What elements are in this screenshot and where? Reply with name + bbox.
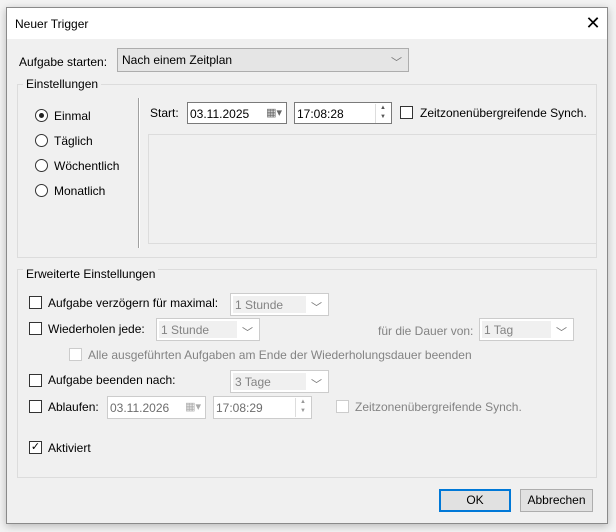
- start-time-value: 17:08:28: [297, 107, 344, 121]
- duration-dropdown[interactable]: 1 Tag ﹀: [479, 318, 574, 341]
- stop-all-label: Alle ausgeführten Aufgaben am Ende der W…: [88, 348, 472, 362]
- expire-date-picker[interactable]: 03.11.2026 ▦▾: [107, 396, 206, 419]
- start-task-dropdown[interactable]: Nach einem Zeitplan ﹀: [117, 48, 409, 72]
- expire-label: Ablaufen:: [48, 400, 99, 414]
- duration-label: für die Dauer von:: [378, 324, 474, 338]
- stop-after-label: Aufgabe beenden nach:: [48, 373, 176, 387]
- ok-button[interactable]: OK: [439, 489, 511, 512]
- expire-time-value: 17:08:29: [216, 401, 263, 415]
- start-task-value: Nach einem Zeitplan: [122, 53, 233, 67]
- chevron-down-icon: ﹀: [556, 327, 567, 339]
- stop-all-checkbox[interactable]: [69, 348, 82, 361]
- stop-after-value: 3 Tage: [235, 375, 271, 389]
- calendar-icon[interactable]: ▦▾: [185, 400, 201, 413]
- stop-after-checkbox[interactable]: [29, 374, 42, 387]
- close-icon[interactable]: ✕: [582, 12, 604, 34]
- repeat-checkbox[interactable]: [29, 322, 42, 335]
- start-sync-checkbox[interactable]: [400, 106, 413, 119]
- expire-date-value: 03.11.2026: [110, 401, 170, 415]
- expire-checkbox[interactable]: [29, 400, 42, 413]
- start-date-value: 03.11.2025: [190, 107, 250, 121]
- stop-after-dropdown[interactable]: 3 Tage ﹀: [230, 370, 329, 393]
- time-spinner-icon[interactable]: ▲ ▼: [295, 398, 310, 417]
- enabled-label: Aktiviert: [48, 441, 91, 455]
- radio-label: Einmal: [54, 109, 91, 123]
- chevron-down-icon: ﹀: [311, 302, 322, 314]
- time-spinner-icon[interactable]: ▲ ▼: [375, 104, 390, 123]
- repeat-value: 1 Stunde: [161, 323, 210, 337]
- cancel-button[interactable]: Abbrechen: [520, 489, 593, 512]
- title-bar: Neuer Trigger ✕: [7, 8, 607, 39]
- radio-button[interactable]: [35, 184, 48, 197]
- expire-time-field[interactable]: 17:08:29 ▲ ▼: [213, 396, 312, 419]
- settings-legend: Einstellungen: [23, 77, 102, 91]
- radio-button[interactable]: [35, 159, 48, 172]
- repeat-label: Wiederholen jede:: [48, 322, 145, 336]
- start-date-picker[interactable]: 03.11.2025 ▦▾: [187, 102, 287, 124]
- delay-label: Aufgabe verzögern für maximal:: [48, 296, 219, 310]
- dialog-title: Neuer Trigger: [15, 17, 89, 31]
- radio-button[interactable]: [35, 134, 48, 147]
- chevron-down-icon: ﹀: [391, 57, 402, 69]
- duration-value: 1 Tag: [484, 323, 514, 337]
- schedule-details-panel: [148, 134, 597, 244]
- start-time-field[interactable]: 17:08:28 ▲ ▼: [294, 102, 392, 124]
- start-label: Start:: [150, 106, 179, 120]
- chevron-down-icon: ﹀: [311, 379, 322, 391]
- radio-label: Monatlich: [54, 184, 106, 198]
- delay-value: 1 Stunde: [235, 298, 284, 312]
- vertical-divider: [138, 98, 140, 248]
- start-sync-label: Zeitzonenübergreifende Synch.: [420, 106, 587, 120]
- delay-checkbox[interactable]: [29, 296, 42, 309]
- radio-button[interactable]: [35, 109, 48, 122]
- dialog-window: Neuer Trigger ✕ Aufgabe starten: Nach ei…: [6, 7, 608, 524]
- advanced-legend: Erweiterte Einstellungen: [23, 267, 159, 281]
- calendar-icon[interactable]: ▦▾: [266, 106, 282, 119]
- repeat-dropdown[interactable]: 1 Stunde ﹀: [156, 318, 260, 341]
- delay-dropdown[interactable]: 1 Stunde ﹀: [230, 293, 329, 316]
- expire-sync-checkbox[interactable]: [336, 400, 349, 413]
- chevron-down-icon: ﹀: [242, 327, 253, 339]
- radio-label: Wöchentlich: [54, 159, 120, 173]
- radio-label: Täglich: [54, 134, 93, 148]
- enabled-checkbox[interactable]: ✓: [29, 441, 42, 454]
- expire-sync-label: Zeitzonenübergreifende Synch.: [355, 400, 522, 414]
- start-task-label: Aufgabe starten:: [19, 55, 108, 69]
